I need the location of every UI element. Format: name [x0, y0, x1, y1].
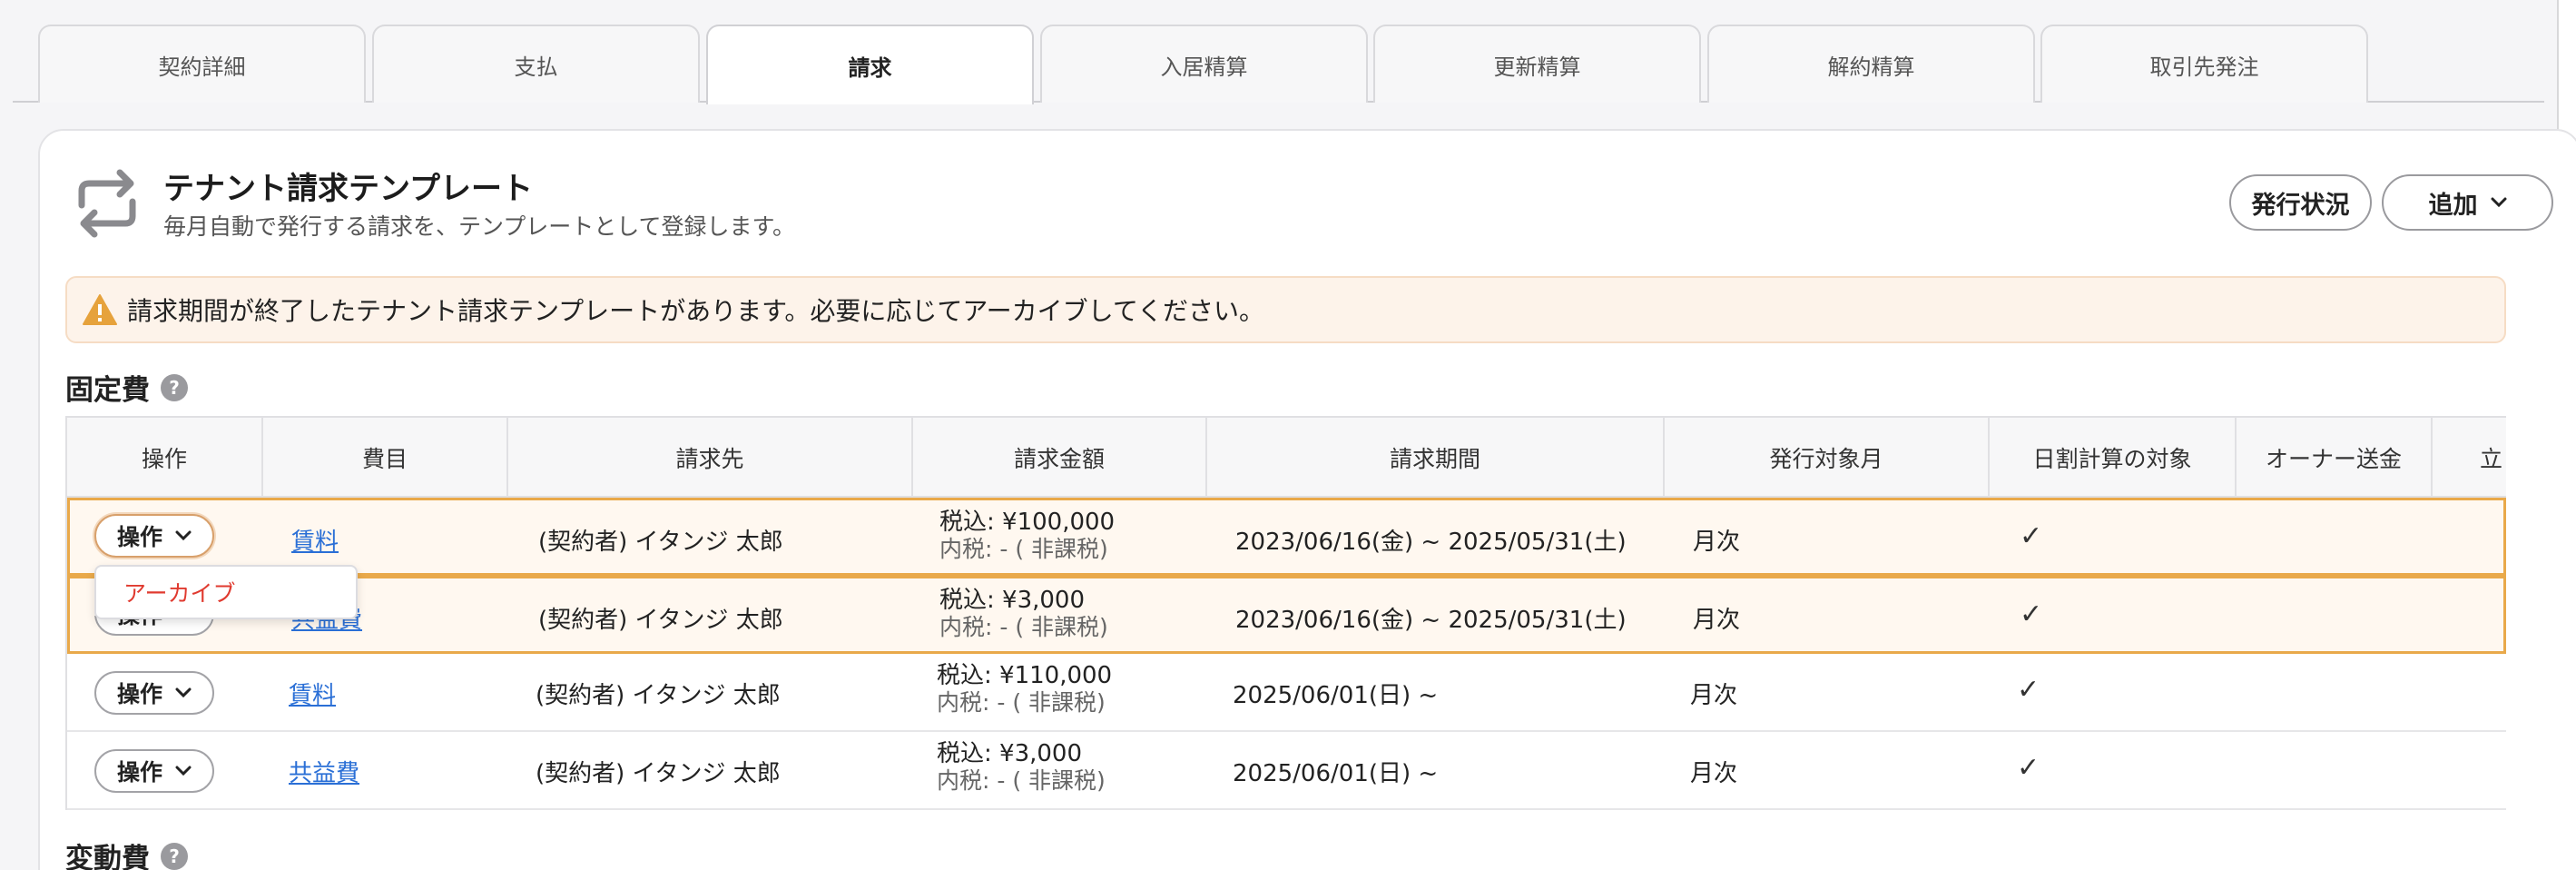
help-icon[interactable]: ?	[161, 842, 188, 870]
add-label: 追加	[2428, 191, 2478, 220]
item-link[interactable]: 賃料	[291, 523, 339, 557]
repeat-icon	[78, 169, 136, 238]
header-amount: 請求金額	[913, 418, 1207, 498]
tab-bar: 契約詳細 支払 請求 入居精算 更新精算 解約精算 取引先発注	[13, 25, 2544, 104]
table-row: 操作 共益費 (契約者) イタンジ 太郎 税込: ¥3,000 内税: - ( …	[67, 732, 2506, 810]
archive-menu-item[interactable]: アーカイブ	[123, 576, 236, 608]
payee-cell: (契約者) イタンジ 太郎	[538, 529, 783, 556]
operation-label: 操作	[116, 681, 162, 707]
item-link[interactable]: 共益費	[289, 755, 359, 788]
header-truncated: 立	[2433, 418, 2506, 498]
alert-text: 請求期間が終了したテナント請求テンプレートがあります。必要に応じてアーカイブして…	[127, 296, 1265, 326]
table-header: 操作 費目 請求先 請求金額 請求期間 発行対象月 日割計算の対象 オーナー送金…	[67, 418, 2506, 498]
check-icon: ✓	[2017, 674, 2040, 706]
header-item: 費目	[263, 418, 508, 498]
fixed-cost-table: 操作 費目 請求先 請求金額 請求期間 発行対象月 日割計算の対象 オーナー送金…	[65, 416, 2506, 810]
header-period: 請求期間	[1207, 418, 1665, 498]
tab-contract-details[interactable]: 契約詳細	[38, 25, 366, 103]
amount-incl-tax: 税込: ¥110,000	[937, 662, 1113, 689]
table-row: 操作 賃料 (契約者) イタンジ 太郎 税込: ¥110,000 内税: - (…	[67, 654, 2506, 732]
amount-cell: 税込: ¥3,000 内税: - ( 非課税)	[937, 740, 1106, 795]
check-icon: ✓	[2020, 520, 2043, 552]
table-row: 賃料 (契約者) イタンジ 太郎 税込: ¥100,000 内税: - ( 非課…	[67, 498, 2506, 576]
chevron-down-icon	[2491, 197, 2506, 208]
amount-tax-note: 内税: - ( 非課税)	[937, 689, 1106, 716]
card-title: テナント請求テンプレート	[163, 171, 533, 207]
issue-status-label: 発行状況	[2251, 191, 2350, 220]
section-variable-title: 変動費	[65, 843, 150, 870]
amount-tax-note: 内税: - ( 非課税)	[939, 614, 1108, 640]
payee-cell: (契約者) イタンジ 太郎	[536, 760, 781, 787]
section-fixed-title: 固定費	[65, 374, 150, 407]
tab-renewal-settlement[interactable]: 更新精算	[1373, 25, 1701, 103]
expired-template-alert: 請求期間が終了したテナント請求テンプレートがあります。必要に応じてアーカイブして…	[65, 276, 2506, 343]
header-issue-month: 発行対象月	[1665, 418, 1990, 498]
chevron-down-icon	[175, 766, 192, 776]
check-icon: ✓	[2017, 752, 2040, 784]
period-cell: 2023/06/16(金) ~ 2025/05/31(土)	[1235, 607, 1627, 634]
tab-termination-settlement[interactable]: 解約精算	[1707, 25, 2035, 103]
warning-icon	[83, 294, 117, 325]
operation-dropdown-menu: アーカイブ	[94, 565, 358, 619]
payee-cell: (契約者) イタンジ 太郎	[536, 682, 781, 709]
amount-tax-note: 内税: - ( 非課税)	[937, 767, 1106, 794]
month-cell: 月次	[1690, 760, 1738, 787]
operation-button[interactable]: 操作	[94, 671, 214, 715]
chevron-down-icon	[175, 530, 192, 541]
tab-payment[interactable]: 支払	[372, 25, 700, 103]
tab-move-in-settlement[interactable]: 入居精算	[1040, 25, 1368, 103]
chevron-down-icon	[175, 687, 192, 698]
header-owner-remit: オーナー送金	[2237, 418, 2433, 498]
add-button[interactable]: 追加	[2382, 174, 2553, 231]
check-icon: ✓	[2020, 598, 2043, 630]
period-cell: 2023/06/16(金) ~ 2025/05/31(土)	[1235, 529, 1627, 556]
amount-incl-tax: 税込: ¥100,000	[939, 509, 1116, 536]
item-link[interactable]: 賃料	[289, 677, 336, 710]
operation-button[interactable]: 操作	[94, 514, 214, 558]
section-fixed-cost: 固定費 ?	[65, 367, 188, 408]
header-payee: 請求先	[508, 418, 913, 498]
issue-status-button[interactable]: 発行状況	[2229, 174, 2372, 231]
operation-button[interactable]: 操作	[94, 749, 214, 793]
month-cell: 月次	[1690, 682, 1738, 709]
month-cell: 月次	[1693, 607, 1741, 634]
section-variable-cost: 変動費 ?	[65, 835, 188, 870]
amount-cell: 税込: ¥3,000 内税: - ( 非課税)	[939, 587, 1108, 641]
card-subtitle: 毎月自動で発行する請求を、テンプレートとして登録します。	[163, 213, 796, 240]
tab-vendor-order[interactable]: 取引先発注	[2040, 25, 2368, 103]
tab-billing[interactable]: 請求	[706, 25, 1034, 104]
help-icon[interactable]: ?	[161, 373, 188, 401]
amount-cell: 税込: ¥110,000 内税: - ( 非課税)	[937, 662, 1113, 717]
month-cell: 月次	[1693, 529, 1741, 556]
period-cell: 2025/06/01(日) ~	[1233, 682, 1439, 709]
period-cell: 2025/06/01(日) ~	[1233, 760, 1439, 787]
amount-incl-tax: 税込: ¥3,000	[937, 740, 1082, 767]
amount-incl-tax: 税込: ¥3,000	[939, 587, 1085, 614]
table-row: 共益費 (契約者) イタンジ 太郎 税込: ¥3,000 内税: - ( 非課税…	[67, 576, 2506, 654]
operation-label: 操作	[116, 759, 162, 786]
payee-cell: (契約者) イタンジ 太郎	[538, 607, 783, 634]
header-prorate: 日割計算の対象	[1990, 418, 2237, 498]
amount-cell: 税込: ¥100,000 内税: - ( 非課税)	[939, 509, 1116, 563]
header-operation: 操作	[67, 418, 263, 498]
operation-label: 操作	[116, 524, 162, 550]
amount-tax-note: 内税: - ( 非課税)	[939, 536, 1108, 562]
